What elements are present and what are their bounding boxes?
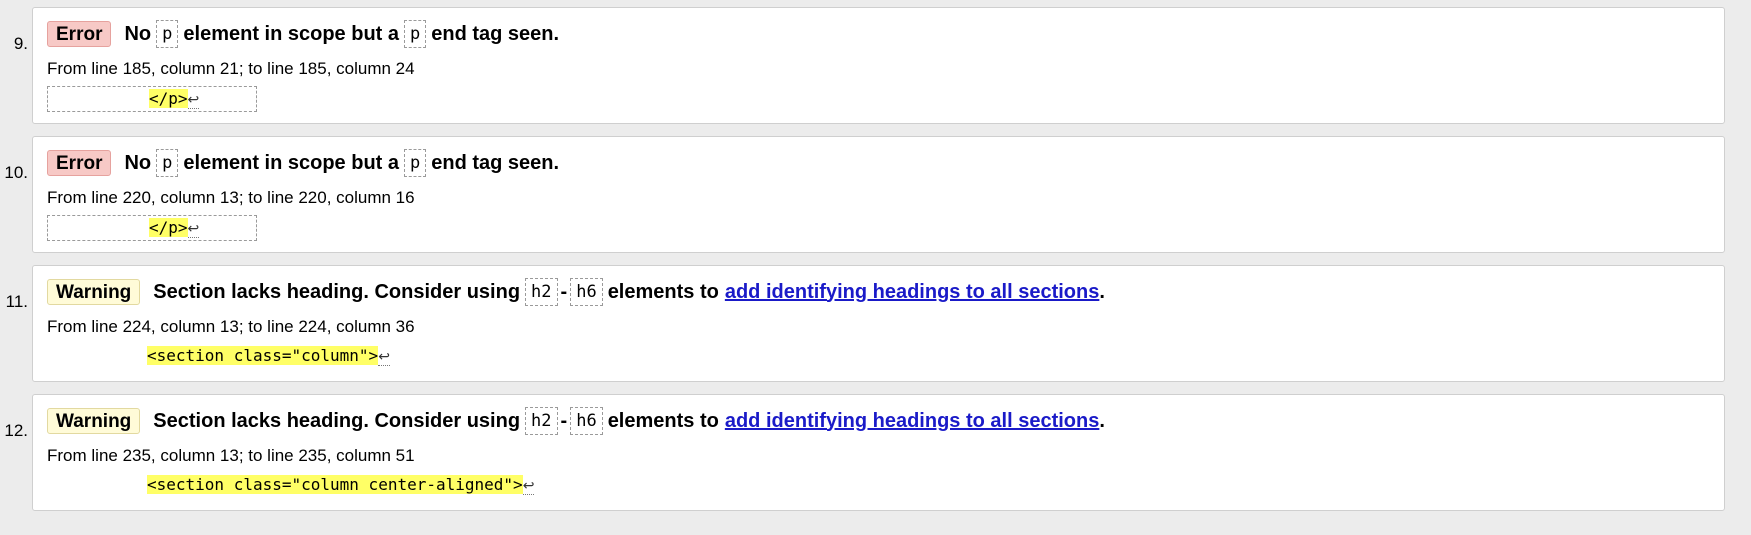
source-location: From line 224, column 13; to line 224, c… [47,317,415,336]
message-title: Error No p element in scope but a p end … [47,20,559,48]
message-text: end tag seen. [431,151,560,174]
code-element-name: p [404,20,427,48]
message-number: 11. [5,292,28,311]
headings-help-link[interactable]: add identifying headings to all sections [725,410,1100,433]
message-text: Section lacks heading. Consider using [153,409,521,432]
message-item: 11. Warning Section lacks heading. Consi… [0,265,1751,384]
range-separator: - [560,409,568,432]
source-extract: </p>↩ [47,215,257,241]
message-card: Warning Section lacks heading. Consider … [32,265,1725,382]
highlighted-code: </p> [149,218,188,237]
message-text: element in scope but a [183,22,399,45]
code-element-name: h6 [570,407,603,435]
warning-badge: Warning [47,408,141,434]
message-title: Error No p element in scope but a p end … [47,149,559,177]
code-element-name: h2 [525,278,558,306]
message-trailing: . [1099,280,1105,303]
message-card: Warning Section lacks heading. Consider … [32,394,1725,511]
source-extract: </p>↩ [47,86,257,112]
source-extract: <section class="column center-aligned">↩ [47,473,535,499]
message-number: 10. [4,163,28,182]
code-element-name: h6 [570,278,603,306]
validation-message-list: 9. Error No p element in scope but a p e… [0,7,1751,523]
highlighted-code: </p> [149,89,188,108]
message-text: Section lacks heading. Consider using [153,280,521,303]
message-number: 9. [13,34,28,53]
warning-badge: Warning [47,279,141,305]
line-return-icon: ↩ [522,478,535,495]
code-element-name: p [404,149,427,177]
range-separator: - [560,280,568,303]
source-location: From line 220, column 13; to line 220, c… [47,188,415,207]
source-extract: <section class="column">↩ [47,344,390,370]
highlighted-code: <section class="column center-aligned"> [147,475,523,494]
source-location: From line 235, column 13; to line 235, c… [47,446,415,465]
highlighted-code: <section class="column"> [147,346,379,365]
message-text: end tag seen. [431,22,560,45]
error-badge: Error [47,21,112,47]
line-return-icon: ↩ [378,349,390,366]
message-number: 12. [4,421,28,440]
source-location: From line 185, column 21; to line 185, c… [47,59,415,78]
message-text: element in scope but a [183,151,399,174]
headings-help-link[interactable]: add identifying headings to all sections [725,281,1100,304]
line-return-icon: ↩ [187,221,200,238]
message-text: No [124,151,152,174]
message-text: elements to [607,409,719,432]
message-item: 10. Error No p element in scope but a p … [0,136,1751,255]
message-title: Warning Section lacks heading. Consider … [47,407,1105,435]
code-element-name: p [156,149,179,177]
message-item: 9. Error No p element in scope but a p e… [0,7,1751,126]
error-badge: Error [47,150,112,176]
message-text: No [124,22,152,45]
message-card: Error No p element in scope but a p end … [32,7,1725,124]
code-element-name: h2 [525,407,558,435]
code-element-name: p [156,20,179,48]
line-return-icon: ↩ [187,92,200,109]
message-item: 12. Warning Section lacks heading. Consi… [0,394,1751,513]
message-card: Error No p element in scope but a p end … [32,136,1725,253]
message-text: elements to [607,280,719,303]
message-title: Warning Section lacks heading. Consider … [47,278,1105,306]
message-trailing: . [1099,409,1105,432]
